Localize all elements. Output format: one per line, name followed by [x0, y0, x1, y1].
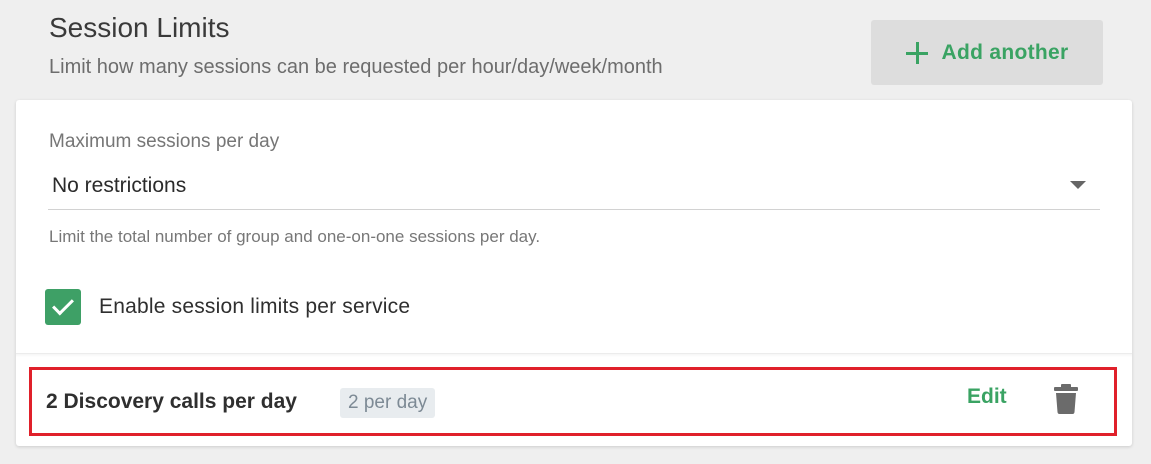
service-limit-title: 2 Discovery calls per day	[46, 390, 297, 413]
section-header: Session Limits Limit how many sessions c…	[0, 0, 1151, 100]
service-limit-badge: 2 per day	[340, 388, 436, 418]
enable-service-limits-checkbox[interactable]	[45, 289, 81, 325]
session-limits-card: Maximum sessions per day No restrictions…	[16, 100, 1132, 446]
enable-service-limits-row: Enable session limits per service	[45, 288, 410, 326]
check-icon	[52, 293, 74, 316]
max-sessions-select[interactable]: No restrictions	[48, 164, 1100, 210]
max-sessions-label: Maximum sessions per day	[49, 131, 280, 152]
add-another-label: Add another	[941, 40, 1069, 64]
plus-icon	[905, 41, 928, 64]
trash-icon[interactable]	[1054, 384, 1078, 414]
enable-service-limits-label[interactable]: Enable session limits per service	[99, 295, 410, 319]
section-subtitle: Limit how many sessions can be requested…	[49, 56, 663, 78]
max-sessions-helper: Limit the total number of group and one-…	[49, 227, 541, 246]
max-sessions-value: No restrictions	[52, 174, 187, 197]
section-title: Session Limits	[49, 12, 230, 43]
service-limit-row: 2 Discovery calls per day 2 per day Edit	[29, 367, 1117, 436]
edit-link[interactable]: Edit	[967, 385, 1007, 409]
add-another-button[interactable]: Add another	[871, 20, 1103, 85]
caret-down-icon	[1070, 181, 1086, 189]
divider	[16, 353, 1132, 357]
